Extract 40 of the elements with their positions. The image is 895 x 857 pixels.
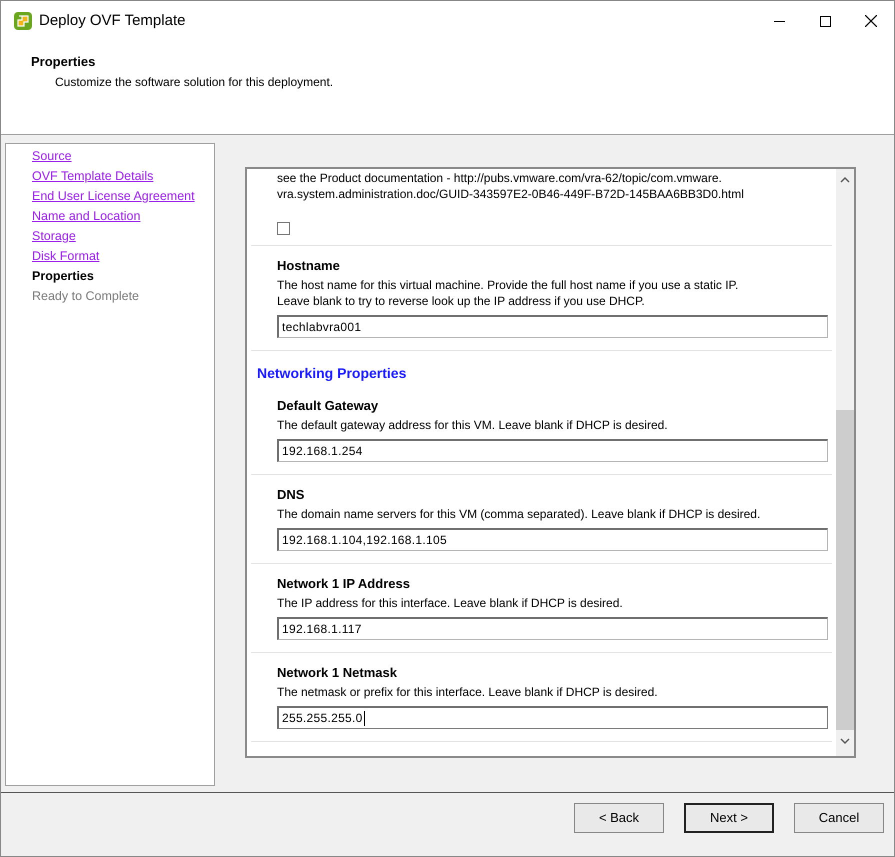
property-description: see the Product documentation - http://pubs.vmware.com/vra-62/topic/com.vmware. vra.system.administration.doc/GUID-343597E2-0B46-449F-B72D-145BAA6BB3D0.html	[277, 170, 745, 202]
input-field[interactable]: 255.255.255.0	[277, 706, 828, 729]
property-description: The domain name servers for this VM (comma separated). Leave blank if DHCP is desired.	[277, 506, 762, 522]
app-logo-icon	[13, 11, 33, 31]
step-label: Properties	[32, 268, 94, 285]
step-link[interactable]: Name and Location	[32, 206, 140, 226]
input-field[interactable]: 192.168.1.117	[277, 617, 828, 640]
dialog-button[interactable]: Cancel	[794, 803, 884, 833]
section-heading: Networking Properties	[257, 364, 408, 383]
scrollbar-thumb[interactable]	[836, 410, 854, 730]
property-description: The netmask or prefix for this interface. Leave blank if DHCP is desired.	[277, 684, 659, 700]
step-link[interactable]: End User License Agreement	[32, 186, 195, 206]
minimize-icon	[774, 20, 784, 22]
property-label: Network 1 Netmask	[277, 664, 398, 682]
step-link[interactable]: Storage	[32, 226, 76, 246]
dialog-button[interactable]: Next >	[684, 803, 774, 833]
dialog-button[interactable]: < Back	[574, 803, 664, 833]
scrollbar[interactable]	[836, 169, 854, 756]
step-link[interactable]: Disk Format	[32, 246, 100, 266]
property-label: DNS	[277, 486, 306, 504]
step-link[interactable]: OVF Template Details	[32, 166, 154, 186]
property-label: Network 1 IP Address	[277, 575, 411, 593]
close-icon	[865, 15, 877, 27]
checkbox[interactable]	[277, 222, 290, 235]
property-label: Default Gateway	[277, 397, 380, 415]
input-field[interactable]: techlabvra001	[277, 315, 828, 338]
scroll-down-icon[interactable]	[840, 738, 850, 744]
property-description: The IP address for this interface. Leave blank if DHCP is desired.	[277, 595, 624, 611]
window-title: Deploy OVF Template	[39, 10, 186, 31]
step-link[interactable]: Source	[32, 146, 72, 166]
page-subtitle: Customize the software solution for this deployment.	[55, 74, 334, 90]
input-field[interactable]: 192.168.1.104,192.168.1.105	[277, 528, 828, 551]
maximize-icon	[820, 16, 830, 26]
property-description: The host name for this virtual machine. Provide the full host name if you use a static IP. Leave blank to try to reverse look up the IP address if you use DHCP.	[277, 277, 740, 309]
input-field[interactable]: 192.168.1.254	[277, 439, 828, 462]
page-title: Properties	[31, 53, 96, 71]
scroll-up-icon[interactable]	[840, 177, 850, 183]
property-description: The default gateway address for this VM. Leave blank if DHCP is desired.	[277, 417, 669, 433]
step-label: Ready to Complete	[32, 288, 140, 305]
property-label: Hostname	[277, 257, 341, 275]
